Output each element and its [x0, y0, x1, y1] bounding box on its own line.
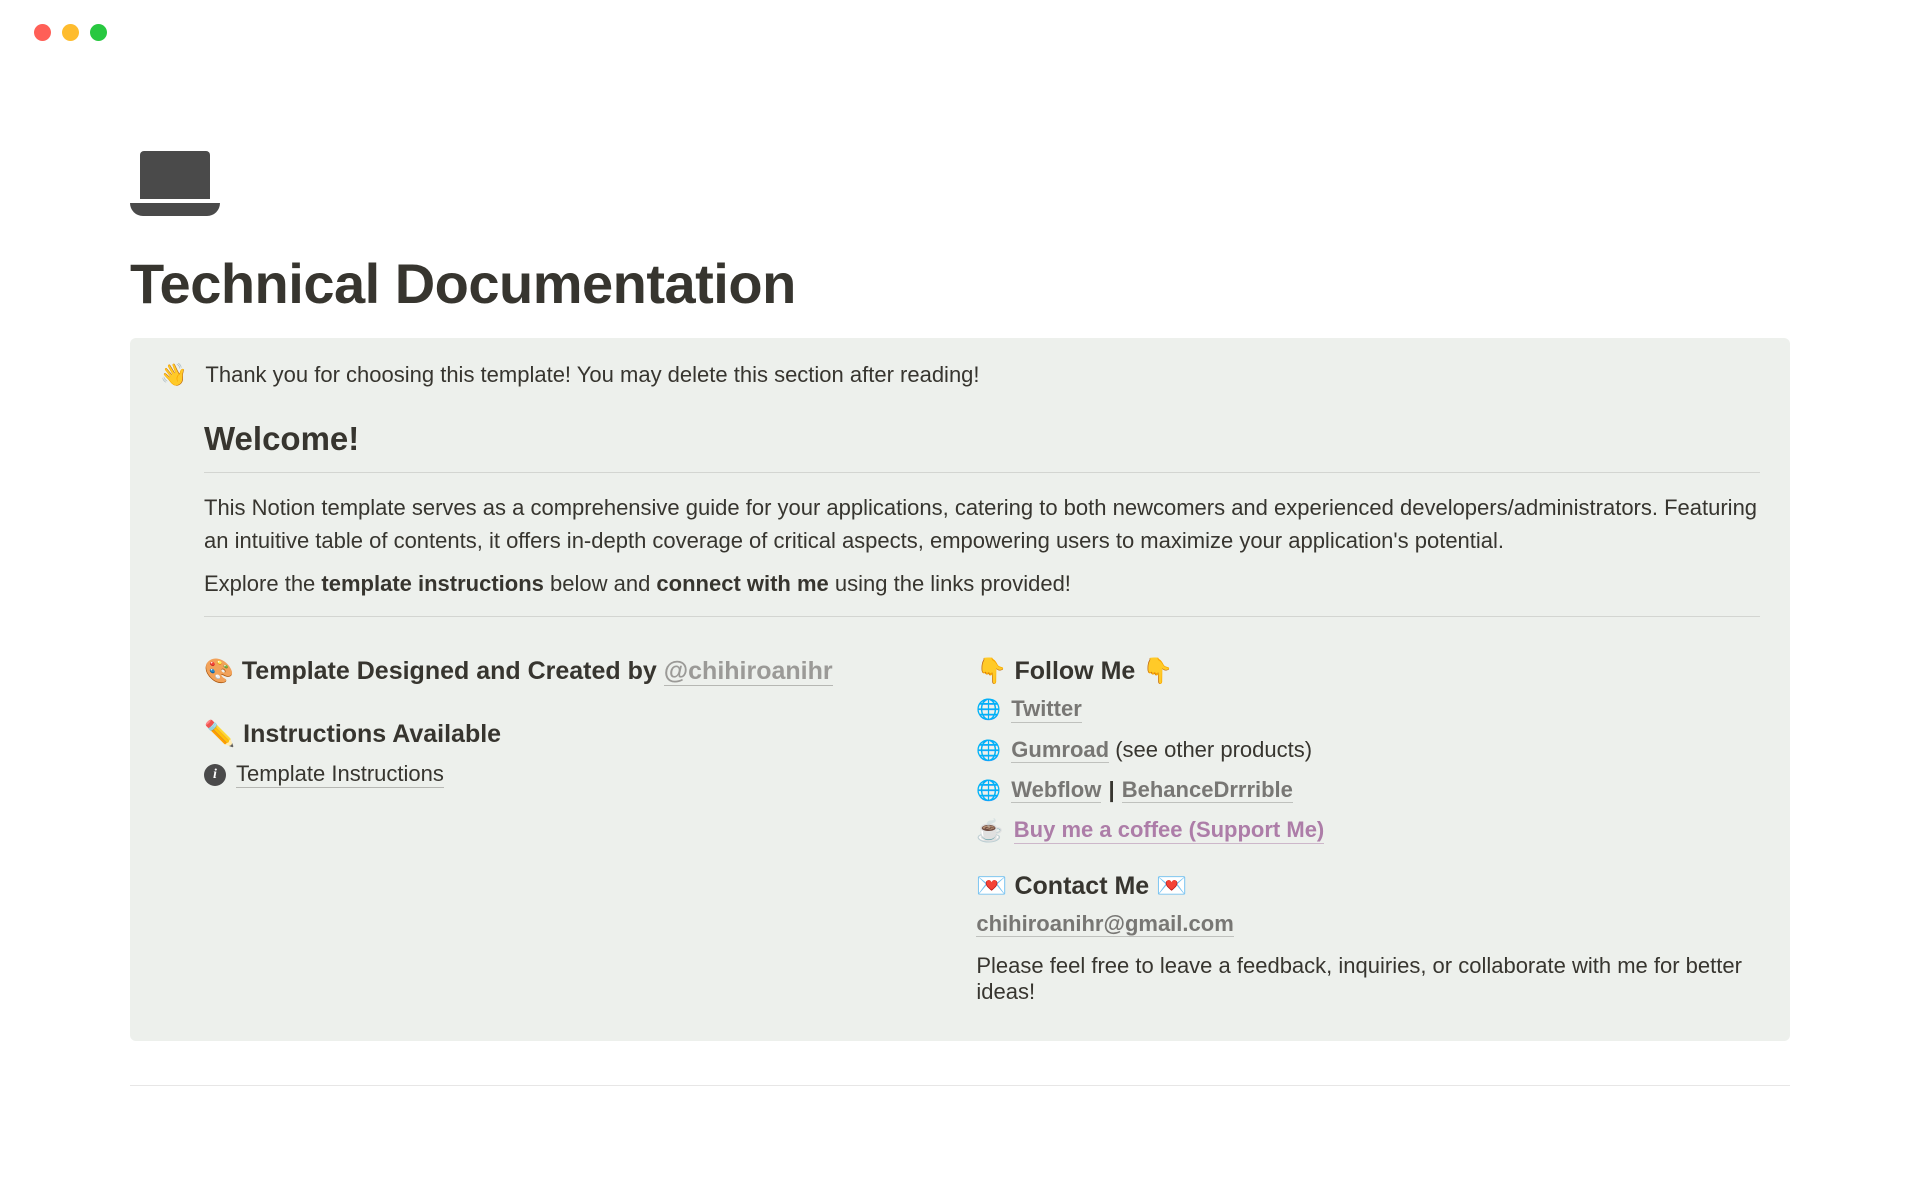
email-link[interactable]: chihiroanihr@gmail.com	[976, 911, 1233, 937]
coffee-icon: ☕	[976, 818, 1003, 844]
globe-icon: 🌐	[976, 697, 1001, 722]
divider	[204, 616, 1760, 617]
close-window-button[interactable]	[34, 24, 51, 41]
callout-intro-text: Thank you for choosing this template! Yo…	[205, 362, 979, 388]
explore-text: Explore the template instructions below …	[204, 567, 1760, 600]
point-down-icon: 👇	[976, 657, 1007, 685]
designed-by-text: Template Designed and Created by	[242, 657, 664, 685]
welcome-heading: Welcome!	[204, 420, 1760, 458]
callout-header: 👋 Thank you for choosing this template! …	[160, 362, 1760, 388]
envelope-icon: 💌	[1156, 872, 1187, 900]
pipe-separator: |	[1108, 777, 1114, 802]
right-column: 👇 Follow Me 👇 🌐 Twitter 🌐 Gumroad (see o…	[976, 657, 1760, 1005]
gumroad-link-row: 🌐 Gumroad (see other products)	[976, 737, 1760, 763]
columns-container: 🎨 Template Designed and Created by @chih…	[204, 657, 1760, 1005]
wave-icon: 👋	[160, 362, 187, 388]
instructions-heading: ✏️ Instructions Available	[204, 720, 916, 749]
contact-me-heading: 💌 Contact Me 💌	[976, 872, 1760, 901]
description-text: This Notion template serves as a compreh…	[204, 491, 1760, 557]
template-instructions-link-row[interactable]: i Template Instructions	[204, 761, 916, 788]
explore-bold2: connect with me	[656, 571, 828, 596]
point-down-icon: 👇	[1142, 657, 1173, 685]
gumroad-note: (see other products)	[1109, 737, 1312, 762]
gumroad-link[interactable]: Gumroad	[1011, 737, 1109, 763]
author-link[interactable]: @chihiroanihr	[664, 657, 833, 686]
drrrible-link[interactable]: Drrrible	[1213, 777, 1292, 803]
window-controls	[0, 0, 1920, 41]
page-icon[interactable]	[130, 151, 1790, 221]
explore-mid: below and	[544, 571, 657, 596]
email-row: chihiroanihr@gmail.com	[976, 911, 1760, 937]
envelope-icon: 💌	[976, 872, 1007, 900]
webflow-link[interactable]: Webflow	[1011, 777, 1101, 803]
minimize-window-button[interactable]	[62, 24, 79, 41]
explore-prefix: Explore the	[204, 571, 321, 596]
follow-me-heading: 👇 Follow Me 👇	[976, 657, 1760, 686]
pencil-icon: ✏️	[204, 720, 235, 749]
globe-icon: 🌐	[976, 738, 1001, 763]
maximize-window-button[interactable]	[90, 24, 107, 41]
page-divider	[130, 1085, 1790, 1086]
designed-by-heading: 🎨 Template Designed and Created by @chih…	[204, 657, 916, 686]
page-container: Technical Documentation 👋 Thank you for …	[0, 41, 1920, 1086]
left-column: 🎨 Template Designed and Created by @chih…	[204, 657, 916, 1005]
buy-coffee-link[interactable]: Buy me a coffee (Support Me)	[1014, 817, 1324, 844]
divider	[204, 472, 1760, 473]
webflow-behance-row: 🌐 Webflow | BehanceDrrrible	[976, 777, 1760, 803]
laptop-icon	[130, 151, 220, 216]
info-icon: i	[204, 764, 226, 786]
contact-me-text: Contact Me	[1014, 872, 1149, 900]
twitter-link-row: 🌐 Twitter	[976, 696, 1760, 723]
feedback-text: Please feel free to leave a feedback, in…	[976, 953, 1760, 1005]
follow-me-text: Follow Me	[1014, 657, 1135, 685]
coffee-link-row: ☕ Buy me a coffee (Support Me)	[976, 817, 1760, 844]
behance-link[interactable]: Behance	[1122, 777, 1214, 803]
twitter-link[interactable]: Twitter	[1011, 696, 1081, 723]
explore-suffix: using the links provided!	[829, 571, 1071, 596]
palette-icon: 🎨	[204, 657, 234, 686]
template-instructions-link[interactable]: Template Instructions	[236, 761, 444, 788]
instructions-heading-text: Instructions Available	[243, 720, 501, 749]
welcome-callout: 👋 Thank you for choosing this template! …	[130, 338, 1790, 1041]
globe-icon: 🌐	[976, 778, 1001, 803]
page-title[interactable]: Technical Documentation	[130, 251, 1790, 316]
explore-bold1: template instructions	[321, 571, 543, 596]
